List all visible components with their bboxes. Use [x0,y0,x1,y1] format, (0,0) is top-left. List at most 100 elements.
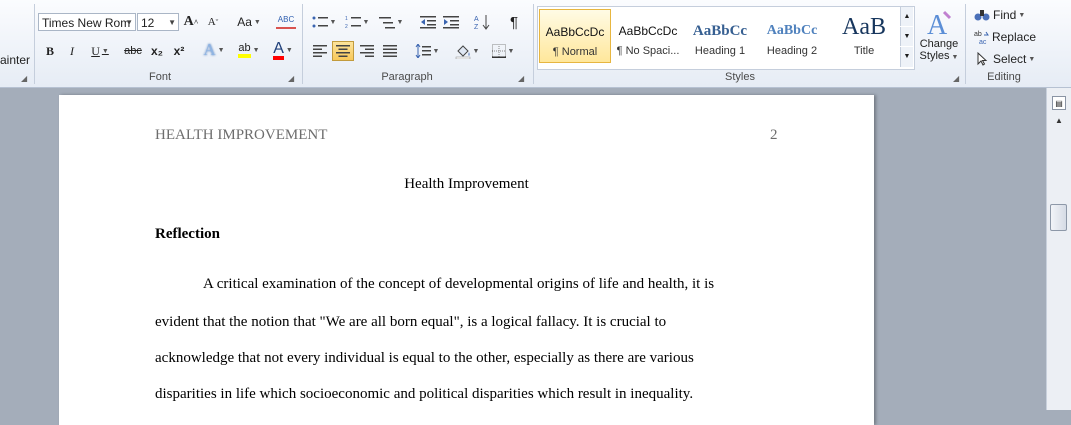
shrink-font-button[interactable]: Aˇ [204,12,222,32]
styles-dialog-launcher-icon[interactable]: ◢ [953,75,961,83]
sort-button[interactable]: AZ [472,12,492,32]
chevron-down-icon: ▼ [951,54,959,61]
sort-icon: AZ [474,15,490,30]
header-running-head: HEALTH IMPROVEMENT [155,127,328,143]
style-sample: AaB [842,14,886,40]
svg-text:Z: Z [474,24,479,30]
borders-icon [491,44,506,58]
align-left-icon [313,45,327,57]
clear-formatting-button[interactable]: ABC [276,11,296,29]
font-family-combo[interactable]: Times New Rom ▼ [38,13,136,31]
separator [533,4,534,84]
body-line: A critical examination of the concept of… [203,276,715,292]
scroll-up-arrow-icon[interactable]: ▲ [1052,116,1066,128]
strikethrough-button[interactable]: abc [122,41,144,61]
numbering-button[interactable]: 12 ▼ [342,12,372,32]
grow-font-button[interactable]: A ^ [182,12,200,32]
bullets-button[interactable]: ▼ [309,12,339,32]
replace-label: Replace [991,30,1036,44]
italic-button[interactable]: I [63,41,81,61]
header-page-number: 2 [770,127,778,143]
align-left-button[interactable] [310,41,330,61]
chevron-down-icon: ▼ [1028,55,1036,63]
scroll-thumb[interactable] [1050,204,1067,231]
subscript-button[interactable]: x₂ [148,41,166,61]
style-name: ¶ No Spaci... [616,45,680,57]
style-heading-1[interactable]: AaBbCc Heading 1 [684,9,756,63]
body-line: acknowledge that not every individual is… [155,350,694,366]
chevron-down-icon: ▼ [285,46,293,54]
pilcrow-icon: ¶ [509,13,519,31]
chevron-down-icon[interactable]: ▼ [168,14,176,32]
increase-indent-button[interactable] [441,12,461,32]
chevron-down-icon: ▼ [362,18,370,26]
chevron-down-icon: ▼ [432,47,440,55]
multilevel-list-icon [378,17,395,29]
svg-text:2: 2 [345,24,348,29]
style-normal[interactable]: AaBbCcDc ¶ Normal [539,9,611,63]
shading-button[interactable]: ▼ [452,41,482,61]
subscript-icon: x₂ [150,44,163,58]
justify-button[interactable] [380,41,400,61]
font-size-combo[interactable]: 12 ▼ [137,13,179,31]
editing-group-label: Editing [987,71,1021,83]
borders-button[interactable]: ▼ [488,41,518,61]
view-ruler-icon[interactable]: ▤ [1052,96,1066,110]
paragraph-dialog-launcher-icon[interactable]: ◢ [518,75,526,83]
replace-button[interactable]: ab ac Replace [974,27,1036,47]
document-page[interactable]: HEALTH IMPROVEMENT 2 Health Improvement … [59,95,874,425]
clear-formatting-icon: ABC [277,14,295,24]
change-styles-label-2: Styles [919,50,950,62]
highlight-button[interactable]: ab ▼ [233,40,265,60]
align-right-button[interactable] [357,41,377,61]
chevron-down-icon[interactable]: ▼ [125,14,133,32]
superscript-button[interactable]: x² [170,41,188,61]
text-effects-button[interactable]: A ▼ [200,40,228,60]
styles-scroll-down-button[interactable]: ▼ [900,27,913,46]
style-heading-2[interactable]: AaBbCc Heading 2 [756,9,828,63]
style-no-spacing[interactable]: AaBbCcDc ¶ No Spaci... [612,9,684,63]
align-center-icon [336,45,350,57]
chevron-down-icon: ▼ [1018,11,1026,19]
bullets-icon [312,16,328,28]
clipboard-dialog-launcher-icon[interactable]: ◢ [21,75,29,83]
text-effects-icon: A [203,40,216,59]
underline-button[interactable]: U ▼ [86,41,114,61]
ribbon: ainter ◢ Times New Rom ▼ 12 ▼ A ^ Aˇ Aa ▼ … [0,0,1071,88]
multilevel-list-button[interactable]: ▼ [376,12,406,32]
change-styles-label-1: Change [919,38,959,50]
style-name: ¶ Normal [552,46,598,58]
vertical-scrollbar[interactable]: ▤ ▲ [1046,88,1071,410]
show-formatting-marks-button[interactable]: ¶ [504,12,524,32]
select-button[interactable]: Select ▼ [974,49,1036,69]
decrease-indent-button[interactable] [418,12,438,32]
style-sample: AaBbCcDc [545,25,605,39]
line-spacing-button[interactable]: ▼ [412,41,442,61]
find-button[interactable]: Find ▼ [974,5,1034,25]
format-painter-button[interactable]: ainter [0,50,30,70]
select-label: Select [993,52,1027,66]
chevron-down-icon: ▼ [217,46,225,54]
font-color-button[interactable]: A ▼ [268,40,298,60]
align-center-button[interactable] [332,41,354,61]
chevron-down-icon: ▼ [253,18,261,26]
styles-more-button[interactable]: ▼ [900,47,913,67]
paint-bucket-icon [455,44,470,59]
separator [302,4,303,84]
chevron-down-icon: ▼ [396,18,404,26]
grow-font-icon: A [183,14,194,29]
change-styles-button[interactable]: A Change Styles ▼ [916,6,962,70]
style-sample: AaBbCcDc [618,24,678,38]
font-dialog-launcher-icon[interactable]: ◢ [288,75,296,83]
styles-scroll-up-button[interactable]: ▲ [900,7,913,26]
change-styles-icon: A [927,10,952,38]
change-case-button[interactable]: Aa ▼ [234,12,264,32]
separator [965,4,966,84]
superscript-icon: x² [173,44,185,58]
highlight-icon: ab [238,42,251,58]
font-size-value: 12 [141,16,155,30]
bold-button[interactable]: B [41,41,59,61]
shrink-font-icon: A [207,16,216,28]
styles-group-label: Styles [725,71,755,83]
style-title[interactable]: AaB Title [828,9,900,63]
